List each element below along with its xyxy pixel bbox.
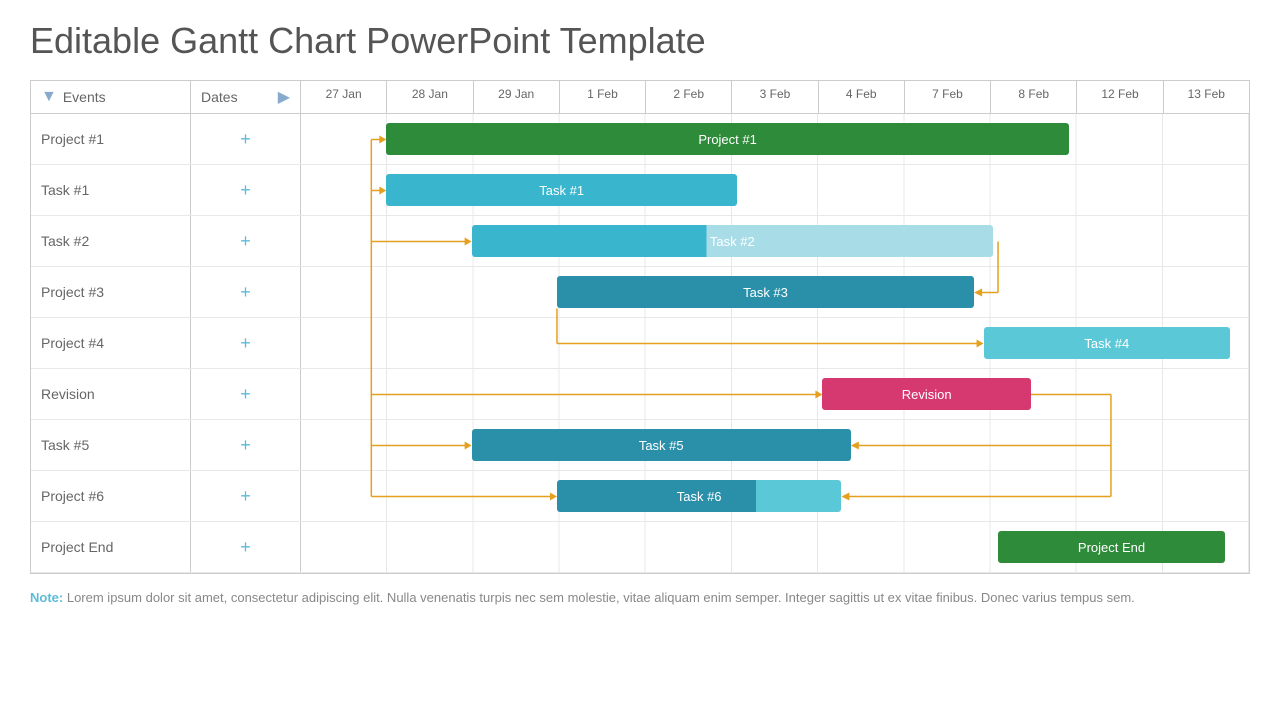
row-label: Project #3 [31, 267, 191, 317]
row-label: Task #1 [31, 165, 191, 215]
row-chart-area: Task #3 [301, 267, 1249, 317]
row-chart-area: Project End [301, 522, 1249, 572]
row-chart-area: Revision [301, 369, 1249, 419]
note-label: Note: [30, 590, 63, 605]
row-label: Revision [31, 369, 191, 419]
table-row: Project #3 + Task #3 [31, 267, 1249, 318]
plus-icon[interactable]: + [240, 282, 251, 303]
gantt-header: ▼ Events Dates ▶ 27 Jan28 Jan29 Jan1 Feb… [31, 81, 1249, 114]
row-add-button[interactable]: + [191, 165, 301, 215]
table-row: Task #1 + Task #1 [31, 165, 1249, 216]
gantt-bar: Task #3 [557, 276, 974, 308]
plus-icon[interactable]: + [240, 129, 251, 150]
table-row: Project #6 + Task #6 [31, 471, 1249, 522]
row-chart-area: Project #1 [301, 114, 1249, 164]
note-section: Note: Lorem ipsum dolor sit amet, consec… [30, 588, 1250, 609]
date-columns-header: 27 Jan28 Jan29 Jan1 Feb2 Feb3 Feb4 Feb7 … [301, 81, 1249, 113]
table-row: Project #1 + Project #1 [31, 114, 1249, 165]
gantt-bar: Task #6 [557, 480, 841, 512]
row-add-button[interactable]: + [191, 216, 301, 266]
row-add-button[interactable]: + [191, 267, 301, 317]
col-dates-header: Dates ▶ [191, 81, 301, 113]
dates-arrow-icon: ▶ [278, 87, 290, 107]
plus-icon[interactable]: + [240, 384, 251, 405]
date-cell: 29 Jan [474, 81, 560, 113]
gantt-bar: Task #5 [472, 429, 851, 461]
row-label: Task #5 [31, 420, 191, 470]
date-cell: 12 Feb [1077, 81, 1163, 113]
plus-icon[interactable]: + [240, 333, 251, 354]
row-label: Project End [31, 522, 191, 572]
row-add-button[interactable]: + [191, 114, 301, 164]
plus-icon[interactable]: + [240, 180, 251, 201]
table-row: Task #5 + Task #5 [31, 420, 1249, 471]
date-cell: 7 Feb [905, 81, 991, 113]
table-row: Project #4 + Task #4 [31, 318, 1249, 369]
gantt-chart: ▼ Events Dates ▶ 27 Jan28 Jan29 Jan1 Feb… [30, 80, 1250, 574]
gantt-bar: Task #2 [472, 225, 993, 257]
plus-icon[interactable]: + [240, 435, 251, 456]
gantt-bar: Revision [822, 378, 1031, 410]
events-label: Events [63, 89, 106, 105]
row-chart-area: Task #6 [301, 471, 1249, 521]
gantt-bar: Project #1 [386, 123, 1069, 155]
date-cell: 2 Feb [646, 81, 732, 113]
note-text: Lorem ipsum dolor sit amet, consectetur … [67, 590, 1135, 605]
row-label: Project #1 [31, 114, 191, 164]
row-chart-area: Task #5 [301, 420, 1249, 470]
row-chart-area: Task #2 [301, 216, 1249, 266]
row-add-button[interactable]: + [191, 522, 301, 572]
date-cell: 13 Feb [1164, 81, 1249, 113]
row-label: Project #4 [31, 318, 191, 368]
gantt-bar: Task #4 [984, 327, 1230, 359]
gantt-bar: Task #1 [386, 174, 737, 206]
date-cell: 28 Jan [387, 81, 473, 113]
table-row: Project End + Project End [31, 522, 1249, 573]
table-row: Revision + Revision [31, 369, 1249, 420]
gantt-bar: Project End [998, 531, 1226, 563]
gantt-body: Project #1+Project #1Task #1+Task #1Task… [31, 114, 1249, 573]
date-cell: 1 Feb [560, 81, 646, 113]
row-chart-area: Task #4 [301, 318, 1249, 368]
plus-icon[interactable]: + [240, 537, 251, 558]
row-add-button[interactable]: + [191, 318, 301, 368]
row-add-button[interactable]: + [191, 369, 301, 419]
date-cell: 8 Feb [991, 81, 1077, 113]
row-add-button[interactable]: + [191, 471, 301, 521]
page-title: Editable Gantt Chart PowerPoint Template [30, 20, 1250, 62]
plus-icon[interactable]: + [240, 486, 251, 507]
row-label: Task #2 [31, 216, 191, 266]
dates-label: Dates [201, 89, 238, 105]
table-row: Task #2 + Task #2 [31, 216, 1249, 267]
row-add-button[interactable]: + [191, 420, 301, 470]
row-label: Project #6 [31, 471, 191, 521]
row-chart-area: Task #1 [301, 165, 1249, 215]
date-cell: 3 Feb [732, 81, 818, 113]
plus-icon[interactable]: + [240, 231, 251, 252]
date-cell: 4 Feb [819, 81, 905, 113]
col-events-header: ▼ Events [31, 81, 191, 113]
date-cell: 27 Jan [301, 81, 387, 113]
sort-icon[interactable]: ▼ [41, 88, 57, 106]
